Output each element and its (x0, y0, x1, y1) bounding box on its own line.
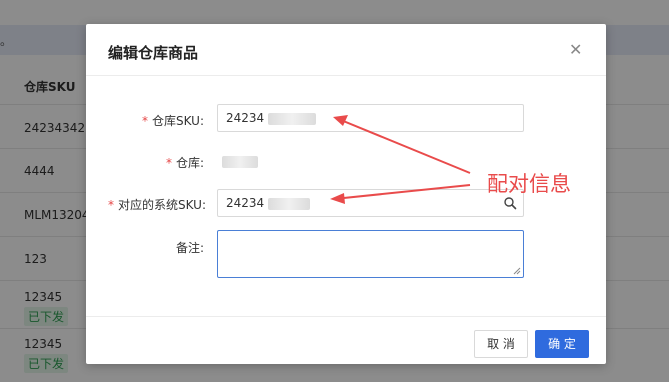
annotation-label: 配对信息 (487, 172, 571, 196)
dialog-header: 编辑仓库商品 ✕ (86, 24, 606, 76)
remark-textarea[interactable] (217, 230, 524, 278)
required-mark: * (166, 156, 172, 170)
redacted-text (222, 155, 258, 168)
confirm-button[interactable]: 确 定 (535, 330, 589, 358)
resize-grip-icon[interactable] (513, 267, 521, 275)
system-sku-label: * 对应的系统SKU: (108, 196, 206, 213)
close-icon[interactable]: ✕ (569, 42, 582, 58)
dialog-footer: 取 消 确 定 (86, 316, 606, 364)
required-mark: * (142, 114, 148, 128)
system-sku-label-text: 对应的系统SKU: (118, 198, 206, 212)
warehouse-value (222, 154, 258, 168)
warehouse-label: * 仓库: (166, 154, 204, 171)
search-icon[interactable] (503, 196, 517, 210)
remark-label: 备注: (176, 239, 204, 256)
warehouse-sku-label-text: 仓库SKU: (152, 114, 204, 128)
redacted-text (268, 112, 317, 125)
cancel-button[interactable]: 取 消 (474, 330, 528, 358)
warehouse-label-text: 仓库: (176, 156, 205, 170)
system-sku-value: 24234 (226, 196, 265, 210)
system-sku-input[interactable]: 24234 (217, 189, 524, 217)
warehouse-sku-input[interactable]: 24234 (217, 104, 524, 132)
remark-label-text: 备注: (176, 241, 205, 255)
dialog-title: 编辑仓库商品 (108, 44, 199, 62)
warehouse-sku-label: * 仓库SKU: (142, 112, 204, 129)
required-mark: * (108, 198, 114, 212)
redacted-text (268, 197, 311, 210)
warehouse-sku-value: 24234 (226, 111, 265, 125)
